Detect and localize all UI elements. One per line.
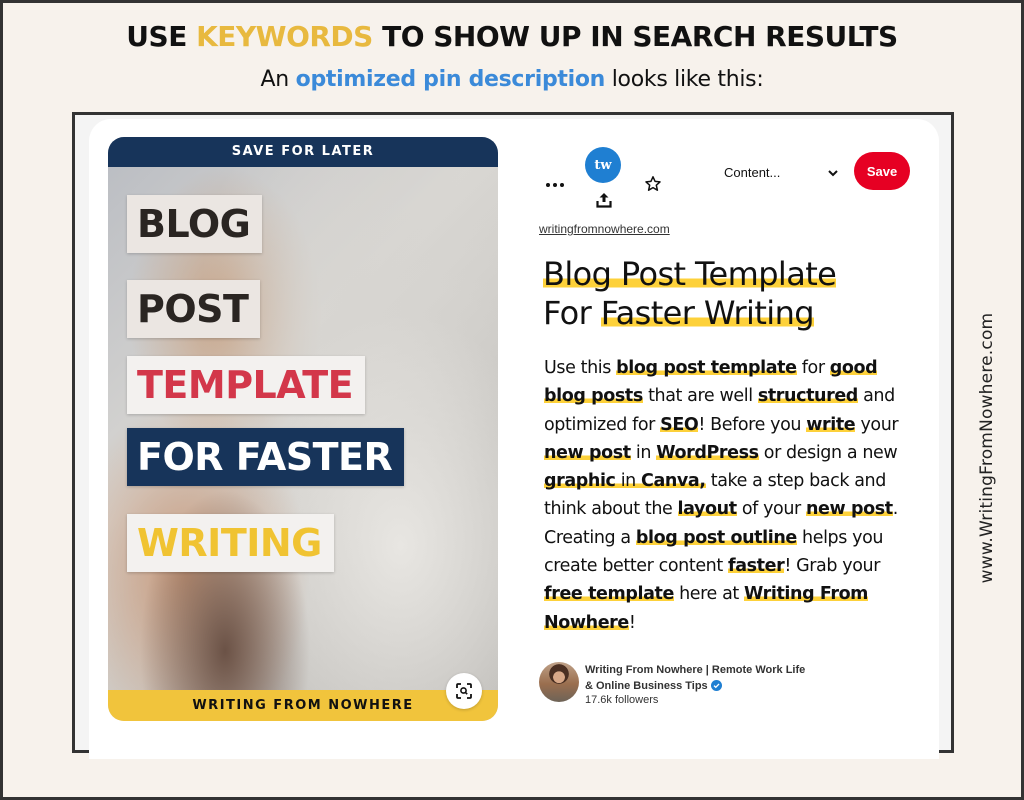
keyword-highlight: new post xyxy=(544,442,631,463)
visual-search-button[interactable] xyxy=(446,673,482,709)
headline-post: TO SHOW UP IN SEARCH RESULTS xyxy=(372,20,898,53)
pin-word-for-faster: FOR FASTER xyxy=(127,428,405,486)
title-line1: Blog Post Template xyxy=(543,255,837,293)
creator-name[interactable]: Writing From Nowhere | Remote Work Life … xyxy=(585,662,815,694)
source-link[interactable]: writingfromnowhere.com xyxy=(539,222,670,236)
pin-description: Use this blog post template for good blo… xyxy=(544,354,919,637)
keyword-highlight: Canva, xyxy=(641,471,706,492)
keyword-highlight: in xyxy=(615,471,642,492)
keyword-highlight: layout xyxy=(677,499,737,520)
keyword-highlight: SEO xyxy=(660,414,699,435)
title-for: For xyxy=(543,294,601,332)
pin-toolbar: tw Content... Save xyxy=(89,119,939,219)
screenshot-frame: SAVE FOR LATER BLOG POST TEMPLATE FOR FA… xyxy=(72,112,954,759)
more-dot xyxy=(560,183,564,187)
description-text: Use this xyxy=(544,358,617,378)
description-text: or design a new xyxy=(758,442,898,463)
title-line2: Faster Writing xyxy=(600,294,815,332)
keyword-highlight: graphic xyxy=(544,471,616,492)
share-upload-icon[interactable] xyxy=(595,191,613,209)
keyword-highlight: write xyxy=(806,414,856,435)
chevron-down-icon[interactable] xyxy=(826,166,840,180)
keyword-highlight: new post xyxy=(805,499,893,520)
headline-pre: USE xyxy=(126,20,197,53)
subhead-pre: An xyxy=(260,67,296,92)
creator-followers: 17.6k followers xyxy=(585,694,659,706)
description-text: ! Before you xyxy=(698,414,807,435)
board-select[interactable]: Content... xyxy=(724,165,780,180)
page-headline: USE KEYWORDS TO SHOW UP IN SEARCH RESULT… xyxy=(3,20,1021,53)
page-subhead: An optimized pin description looks like … xyxy=(3,67,1021,92)
headline-keyword: KEYWORDS xyxy=(196,20,373,53)
pin-card: SAVE FOR LATER BLOG POST TEMPLATE FOR FA… xyxy=(89,119,939,759)
pin-bottom-banner: WRITING FROM NOWHERE xyxy=(108,690,498,721)
creator-info[interactable]: Writing From Nowhere | Remote Work Life … xyxy=(539,662,839,710)
description-text: in xyxy=(630,442,657,463)
description-text: for xyxy=(796,358,830,378)
pin-title: Blog Post Template For Faster Writing xyxy=(543,255,913,333)
subhead-accent: optimized pin description xyxy=(295,67,606,92)
description-text: ! xyxy=(628,612,636,633)
description-text: ! Grab your xyxy=(784,556,880,577)
description-text: of your xyxy=(736,499,806,520)
description-text: here at xyxy=(673,584,745,605)
more-options-button[interactable] xyxy=(543,177,567,193)
star-outline-icon[interactable] xyxy=(644,175,662,193)
side-url: www.WritingFromNowhere.com xyxy=(977,312,997,584)
pin-word-writing: WRITING xyxy=(127,514,334,572)
verified-check-icon xyxy=(710,680,722,691)
pin-word-template: TEMPLATE xyxy=(127,356,366,414)
keyword-highlight: blog post template xyxy=(616,358,797,378)
creator-name-text: Writing From Nowhere | Remote Work Life … xyxy=(585,664,806,692)
pin-word-post: POST xyxy=(127,280,261,338)
keyword-highlight: WordPress xyxy=(656,442,759,463)
more-dot xyxy=(553,183,557,187)
more-dots-icon xyxy=(546,183,550,187)
avatar[interactable] xyxy=(539,662,579,702)
subhead-post: looks like this: xyxy=(605,67,764,92)
pin-image[interactable]: SAVE FOR LATER BLOG POST TEMPLATE FOR FA… xyxy=(108,137,498,721)
keyword-highlight: blog post outline xyxy=(635,527,797,548)
keyword-highlight: free template xyxy=(544,584,674,605)
keyword-highlight: faster xyxy=(728,556,785,577)
description-text: that are well xyxy=(642,386,758,407)
save-button[interactable]: Save xyxy=(854,152,910,190)
profile-bubble[interactable]: tw xyxy=(585,147,621,183)
keyword-highlight: structured xyxy=(757,386,858,407)
visual-search-icon xyxy=(456,683,472,699)
description-text: your xyxy=(855,414,899,435)
